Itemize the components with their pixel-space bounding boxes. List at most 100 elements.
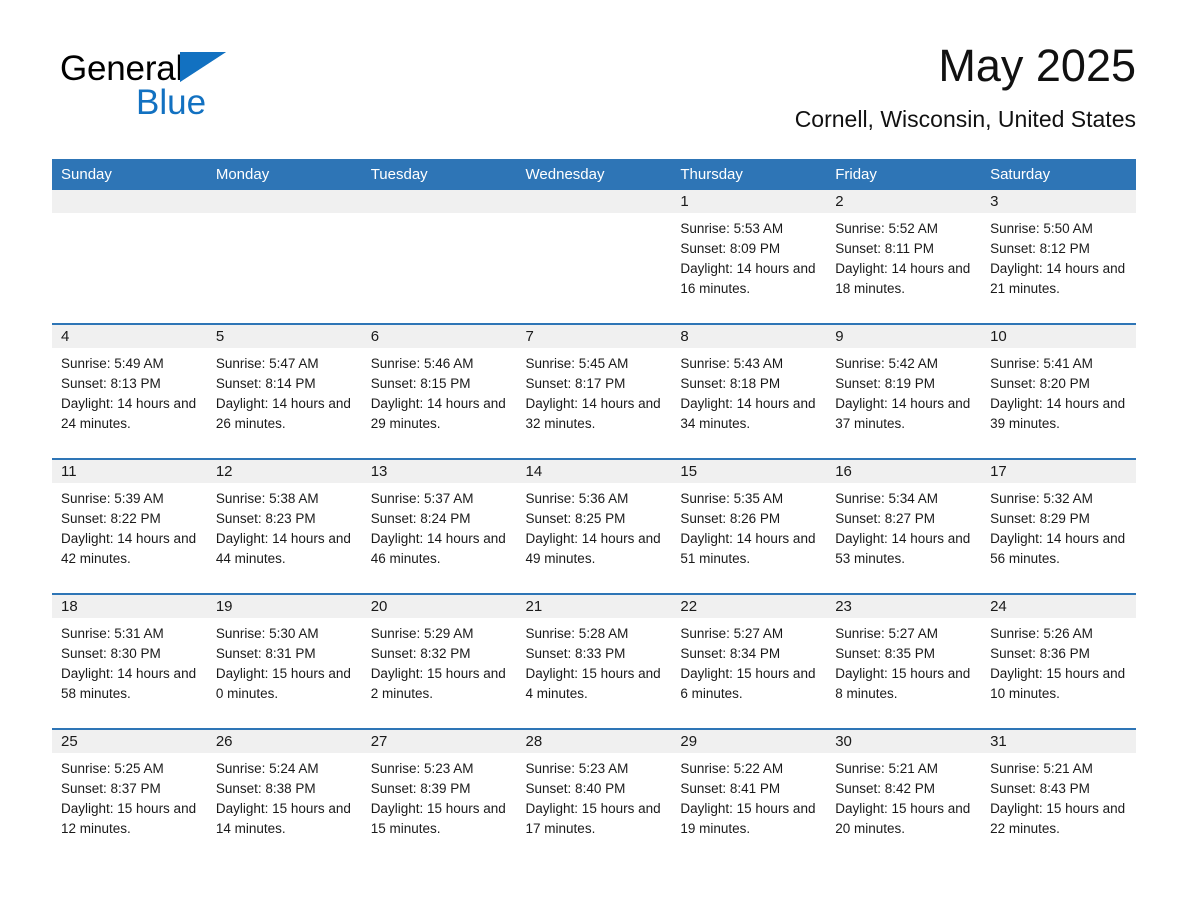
calendar-day-cell[interactable]: 31 Sunrise: 5:21 AM Sunset: 8:43 PM Dayligh… <box>981 728 1136 863</box>
calendar-day-cell[interactable]: 15 Sunrise: 5:35 AM Sunset: 8:26 PM Dayligh… <box>671 458 827 594</box>
day-details: Sunrise: 5:23 AM Sunset: 8:40 PM Daylight:… <box>517 753 672 839</box>
daylight-text: Daylight: 15 hours and 19 minutes. <box>680 801 816 836</box>
sunrise-text: Sunrise: 5:46 AM <box>370 356 474 371</box>
daylight-text: Daylight: 15 hours and 6 minutes. <box>680 666 816 701</box>
day-cell-inner: 23 Sunrise: 5:27 AM Sunset: 8:35 PM Dayligh… <box>826 595 982 728</box>
day-number: 17 <box>981 460 1136 483</box>
calendar-day-cell[interactable]: 16 Sunrise: 5:34 AM Sunset: 8:27 PM Dayligh… <box>826 458 982 594</box>
calendar-day-cell[interactable]: 11 Sunrise: 5:39 AM Sunset: 8:22 PM Dayligh… <box>52 458 207 594</box>
daylight-text: Daylight: 15 hours and 14 minutes. <box>215 801 351 836</box>
calendar-day-cell[interactable]: 30 Sunrise: 5:21 AM Sunset: 8:42 PM Dayligh… <box>826 728 982 863</box>
sunrise-text: Sunrise: 5:26 AM <box>990 626 1093 641</box>
calendar-day-cell[interactable]: 7 Sunrise: 5:45 AM Sunset: 8:17 PM Daylight… <box>516 323 672 459</box>
sunrise-text: Sunrise: 5:35 AM <box>680 491 784 506</box>
daylight-text: Daylight: 14 hours and 18 minutes. <box>835 261 971 296</box>
calendar-day-cell[interactable]: 2 Sunrise: 5:52 AM Sunset: 8:11 PM Daylight… <box>826 190 982 324</box>
location-subtitle: Cornell, Wisconsin, United States <box>794 106 1136 132</box>
day-number: 29 <box>671 730 827 753</box>
daylight-text: Daylight: 15 hours and 4 minutes. <box>525 666 661 701</box>
sunset-text: Sunset: 8:34 PM <box>680 646 781 661</box>
calendar-day-cell[interactable]: 5 Sunrise: 5:47 AM Sunset: 8:14 PM Daylight… <box>206 323 362 459</box>
day-details: Sunrise: 5:49 AM Sunset: 8:13 PM Daylight:… <box>52 348 207 434</box>
day-cell-inner: 25 Sunrise: 5:25 AM Sunset: 8:37 PM Dayligh… <box>52 730 207 863</box>
weekday-header-wednesday: Wednesday <box>516 159 672 190</box>
sunset-text: Sunset: 8:33 PM <box>525 646 626 661</box>
calendar-day-cell[interactable]: 18 Sunrise: 5:31 AM Sunset: 8:30 PM Dayligh… <box>52 593 207 729</box>
calendar-cell-empty <box>52 190 207 324</box>
daylight-text: Daylight: 15 hours and 2 minutes. <box>370 666 506 701</box>
calendar-day-cell[interactable]: 23 Sunrise: 5:27 AM Sunset: 8:35 PM Dayligh… <box>826 593 982 729</box>
day-details: Sunrise: 5:27 AM Sunset: 8:34 PM Daylight:… <box>671 618 826 704</box>
calendar-day-cell[interactable]: 22 Sunrise: 5:27 AM Sunset: 8:34 PM Dayligh… <box>671 593 827 729</box>
sunrise-text: Sunrise: 5:23 AM <box>525 761 629 776</box>
calendar-header-row: Sunday Monday Tuesday Wednesday Thursday Frid… <box>52 159 1136 190</box>
sunrise-text: Sunrise: 5:24 AM <box>215 761 319 776</box>
calendar-day-cell[interactable]: 19 Sunrise: 5:30 AM Sunset: 8:31 PM Dayligh… <box>206 593 362 729</box>
day-details: Sunrise: 5:38 AM Sunset: 8:23 PM Daylight:… <box>207 483 362 569</box>
sunset-text: Sunset: 8:36 PM <box>990 646 1090 661</box>
day-details: Sunrise: 5:36 AM Sunset: 8:25 PM Daylight:… <box>517 483 672 569</box>
calendar-day-cell[interactable]: 28 Sunrise: 5:23 AM Sunset: 8:40 PM Dayligh… <box>516 728 672 863</box>
sunset-text: Sunset: 8:25 PM <box>525 511 626 526</box>
day-details: Sunrise: 5:45 AM Sunset: 8:17 PM Daylight:… <box>517 348 672 434</box>
day-number: 8 <box>671 325 827 348</box>
calendar-day-cell[interactable]: 27 Sunrise: 5:23 AM Sunset: 8:39 PM Dayligh… <box>361 728 517 863</box>
sunset-text: Sunset: 8:14 PM <box>215 376 316 391</box>
sunset-text: Sunset: 8:43 PM <box>990 781 1090 796</box>
sunset-text: Sunset: 8:37 PM <box>61 781 161 796</box>
calendar-day-cell[interactable]: 9 Sunrise: 5:42 AM Sunset: 8:19 PM Daylight… <box>826 323 982 459</box>
sunset-text: Sunset: 8:13 PM <box>61 376 161 391</box>
daylight-text: Daylight: 14 hours and 24 minutes. <box>61 396 197 431</box>
day-cell-inner: 1 Sunrise: 5:53 AM Sunset: 8:09 PM Daylight… <box>671 190 827 323</box>
daylight-text: Daylight: 15 hours and 10 minutes. <box>990 666 1126 701</box>
day-cell-inner: 18 Sunrise: 5:31 AM Sunset: 8:30 PM Dayligh… <box>52 595 207 728</box>
daylight-text: Daylight: 14 hours and 34 minutes. <box>680 396 816 431</box>
sunset-text: Sunset: 8:41 PM <box>680 781 781 796</box>
sunset-text: Sunset: 8:24 PM <box>370 511 471 526</box>
sunrise-text: Sunrise: 5:30 AM <box>215 626 319 641</box>
sunrise-text: Sunrise: 5:43 AM <box>680 356 784 371</box>
calendar-day-cell[interactable]: 12 Sunrise: 5:38 AM Sunset: 8:23 PM Dayligh… <box>206 458 362 594</box>
day-number: 27 <box>361 730 517 753</box>
daylight-text: Daylight: 15 hours and 17 minutes. <box>525 801 661 836</box>
calendar-day-cell[interactable]: 13 Sunrise: 5:37 AM Sunset: 8:24 PM Dayligh… <box>361 458 517 594</box>
calendar-day-cell[interactable]: 3 Sunrise: 5:50 AM Sunset: 8:12 PM Daylight… <box>981 190 1136 324</box>
calendar-day-cell[interactable]: 20 Sunrise: 5:29 AM Sunset: 8:32 PM Dayligh… <box>361 593 517 729</box>
day-number: 7 <box>516 325 672 348</box>
day-details: Sunrise: 5:52 AM Sunset: 8:11 PM Daylight:… <box>826 213 981 299</box>
day-details: Sunrise: 5:43 AM Sunset: 8:18 PM Daylight:… <box>671 348 826 434</box>
calendar-day-cell[interactable]: 6 Sunrise: 5:46 AM Sunset: 8:15 PM Daylight… <box>361 323 517 459</box>
sunrise-text: Sunrise: 5:38 AM <box>215 491 319 506</box>
day-number: 11 <box>52 460 207 483</box>
daylight-text: Daylight: 14 hours and 16 minutes. <box>680 261 816 296</box>
calendar-day-cell[interactable]: 24 Sunrise: 5:26 AM Sunset: 8:36 PM Dayligh… <box>981 593 1136 729</box>
brand-logo[interactable]: General Blue <box>60 50 320 136</box>
calendar-day-cell[interactable]: 1 Sunrise: 5:53 AM Sunset: 8:09 PM Daylight… <box>671 190 827 324</box>
calendar-day-cell[interactable]: 10 Sunrise: 5:41 AM Sunset: 8:20 PM Dayligh… <box>981 323 1136 459</box>
calendar-day-cell[interactable]: 29 Sunrise: 5:22 AM Sunset: 8:41 PM Dayligh… <box>671 728 827 863</box>
sunrise-text: Sunrise: 5:27 AM <box>680 626 784 641</box>
day-details: Sunrise: 5:23 AM Sunset: 8:39 PM Daylight:… <box>362 753 517 839</box>
sunrise-text: Sunrise: 5:37 AM <box>370 491 474 506</box>
weekday-header-monday: Monday <box>206 159 362 190</box>
day-cell-inner: 14 Sunrise: 5:36 AM Sunset: 8:25 PM Dayligh… <box>516 460 672 593</box>
day-details: Sunrise: 5:24 AM Sunset: 8:38 PM Daylight:… <box>207 753 362 839</box>
calendar-week-row: 18 Sunrise: 5:31 AM Sunset: 8:30 PM Dayligh… <box>52 593 1136 729</box>
day-number: 6 <box>361 325 517 348</box>
daylight-text: Daylight: 14 hours and 21 minutes. <box>990 261 1126 296</box>
weekday-header-thursday: Thursday <box>671 159 827 190</box>
sunset-text: Sunset: 8:30 PM <box>61 646 161 661</box>
calendar-cell-empty <box>206 190 362 324</box>
sunset-text: Sunset: 8:38 PM <box>215 781 316 796</box>
day-number: 1 <box>671 190 827 213</box>
sunrise-text: Sunrise: 5:41 AM <box>990 356 1093 371</box>
calendar-day-cell[interactable]: 25 Sunrise: 5:25 AM Sunset: 8:37 PM Dayligh… <box>52 728 207 863</box>
calendar-day-cell[interactable]: 4 Sunrise: 5:49 AM Sunset: 8:13 PM Daylight… <box>52 323 207 459</box>
calendar-day-cell[interactable]: 17 Sunrise: 5:32 AM Sunset: 8:29 PM Dayligh… <box>981 458 1136 594</box>
calendar-day-cell[interactable]: 21 Sunrise: 5:28 AM Sunset: 8:33 PM Dayligh… <box>516 593 672 729</box>
weekday-header-saturday: Saturday <box>981 159 1136 190</box>
day-number: 22 <box>671 595 827 618</box>
calendar-day-cell[interactable]: 14 Sunrise: 5:36 AM Sunset: 8:25 PM Dayligh… <box>516 458 672 594</box>
calendar-day-cell[interactable]: 26 Sunrise: 5:24 AM Sunset: 8:38 PM Dayligh… <box>206 728 362 863</box>
calendar-day-cell[interactable]: 8 Sunrise: 5:43 AM Sunset: 8:18 PM Daylight… <box>671 323 827 459</box>
